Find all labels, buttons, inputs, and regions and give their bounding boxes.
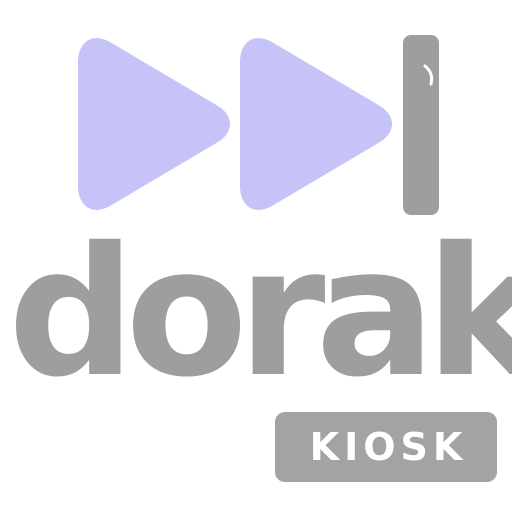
- brand-wordmark: dorak: [8, 209, 512, 416]
- play-triangle-right-icon: [240, 38, 392, 210]
- kiosk-badge-label: KIOSK: [309, 425, 468, 469]
- kiosk-badge: KIOSK: [275, 412, 497, 482]
- play-triangle-left-icon: [78, 38, 230, 210]
- end-bar-icon: [403, 35, 439, 215]
